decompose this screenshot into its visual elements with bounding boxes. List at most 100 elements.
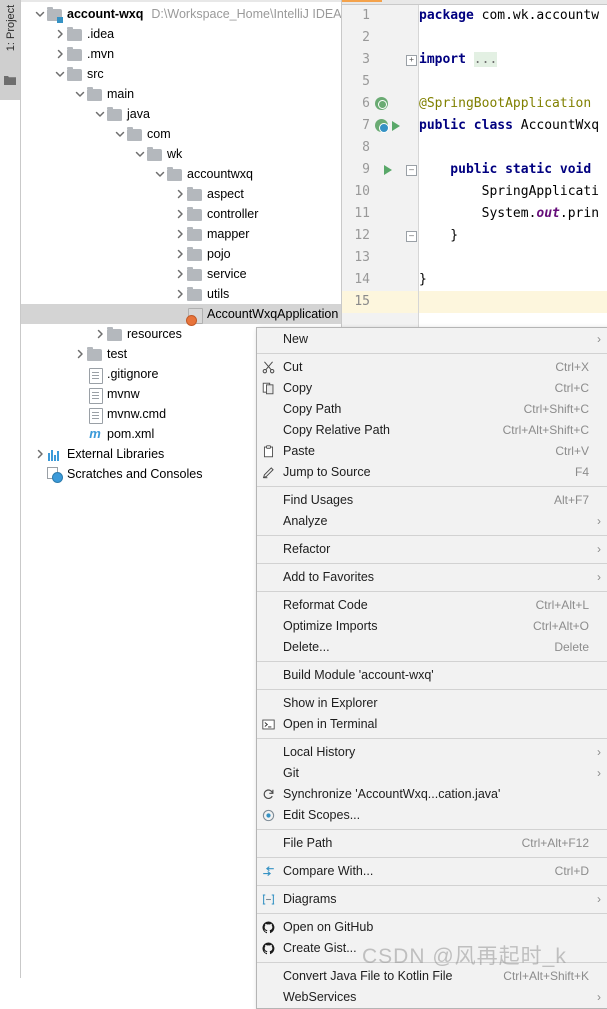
gutter-row[interactable]: 13 [342,247,418,269]
fold-collapse-icon[interactable]: – [406,231,417,242]
gutter-row[interactable]: 2 [342,27,418,49]
code-line[interactable] [419,291,607,313]
menu-item-cut[interactable]: CutCtrl+X› [257,357,607,378]
code-line[interactable]: import ... [419,49,607,71]
file-context-menu[interactable]: New › Cut Ctrl+X › Copy Ctrl+C › Copy Path Ctrl+S… [256,327,607,1009]
fold-expand-icon[interactable]: + [406,55,417,66]
chevron-down-icon[interactable] [73,87,87,101]
chevron-right-icon[interactable] [173,187,187,201]
tree-row[interactable]: AccountWxqApplication [21,304,341,326]
run-gutter-icon[interactable] [384,165,392,175]
menu-item-delete[interactable]: Delete...Delete› [257,637,607,658]
menu-item-copy-path[interactable]: Copy PathCtrl+Shift+C› [257,399,607,420]
chevron-down-icon[interactable] [33,7,47,21]
tree-row[interactable]: .mvn [21,44,341,64]
code-line[interactable] [419,71,607,93]
spring-bean-icon[interactable] [375,97,388,110]
menu-item-optimize-imports[interactable]: Optimize ImportsCtrl+Alt+O› [257,616,607,637]
gutter-row[interactable]: 10 [342,181,418,203]
chevron-right-icon[interactable] [73,347,87,361]
menu-item-convert-java-file-to-kotlin-file[interactable]: Convert Java File to Kotlin File Ctrl+Alt… [257,966,607,987]
chevron-right-icon[interactable] [53,27,67,41]
chevron-right-icon[interactable] [33,447,47,461]
tree-row[interactable]: aspect [21,184,341,204]
menu-item-edit-scopes[interactable]: Edit Scopes...› [257,805,607,826]
chevron-right-icon[interactable] [173,207,187,221]
menu-item-build-module-account-wxq[interactable]: Build Module 'account-wxq'› [257,665,607,686]
tree-row[interactable]: service [21,264,341,284]
menu-item-analyze[interactable]: Analyze › [257,511,607,532]
menu-item-open-in-terminal[interactable]: Open in Terminal› [257,714,607,735]
gutter-row[interactable]: 12 – [342,225,418,247]
chevron-right-icon[interactable] [173,227,187,241]
chevron-down-icon[interactable] [113,127,127,141]
chevron-right-icon[interactable] [53,47,67,61]
gutter-row[interactable]: 15 [342,291,418,313]
menu-item-reformat-code[interactable]: Reformat CodeCtrl+Alt+L› [257,595,607,616]
code-line[interactable] [419,137,607,159]
menu-item-add-to-favorites[interactable]: Add to Favorites › [257,567,607,588]
run-gutter-icon[interactable] [392,121,400,131]
tree-row[interactable]: java [21,104,341,124]
code-line[interactable] [419,27,607,49]
gutter-row[interactable]: 14 [342,269,418,291]
tree-row[interactable]: .idea [21,24,341,44]
tree-row[interactable]: controller [21,204,341,224]
code-line[interactable]: System.out.prin [419,203,607,225]
menu-item-new[interactable]: New › [257,329,607,350]
code-line[interactable] [419,247,607,269]
gutter-row[interactable]: 3 + [342,49,418,71]
menu-item-find-usages[interactable]: Find UsagesAlt+F7› [257,490,607,511]
spring-config-icon[interactable] [375,119,389,133]
code-line[interactable]: @SpringBootApplication [419,93,607,115]
menu-item-copy[interactable]: CopyCtrl+C› [257,378,607,399]
gutter-row[interactable]: 7 [342,115,418,137]
menu-item-jump-to-source[interactable]: Jump to SourceF4› [257,462,607,483]
menu-item-compare-with[interactable]: Compare With...Ctrl+D› [257,861,607,882]
code-line[interactable]: public class AccountWxq [419,115,607,137]
fold-collapse-icon[interactable]: – [406,165,417,176]
code-line[interactable]: } [419,269,607,291]
menu-item-file-path[interactable]: File PathCtrl+Alt+F12› [257,833,607,854]
chevron-right-icon[interactable] [173,267,187,281]
gutter-row[interactable]: 1 [342,5,418,27]
chevron-down-icon[interactable] [93,107,107,121]
code-line[interactable]: package com.wk.accountw [419,5,607,27]
chevron-right-icon[interactable] [93,327,107,341]
code-line[interactable]: SpringApplicati [419,181,607,203]
chevron-down-icon[interactable] [53,67,67,81]
gutter-row[interactable]: 6 [342,93,418,115]
menu-item-synchronize-accountwxq-cation-java[interactable]: Synchronize 'AccountWxq...cation.java'› [257,784,607,805]
menu-item-open-on-github[interactable]: Open on GitHub› [257,917,607,938]
menu-item-paste[interactable]: PasteCtrl+V› [257,441,607,462]
chevron-right-icon[interactable] [173,247,187,261]
tree-row[interactable]: wk [21,144,341,164]
tree-row[interactable]: mapper [21,224,341,244]
gutter-row[interactable]: 9– [342,159,418,181]
chevron-right-icon[interactable] [173,287,187,301]
gutter-row[interactable]: 5 [342,71,418,93]
menu-item-git[interactable]: Git › [257,763,607,784]
tree-row[interactable]: com [21,124,341,144]
menu-item-show-in-explorer[interactable]: Show in Explorer› [257,693,607,714]
tree-row[interactable]: utils [21,284,341,304]
chevron-down-icon[interactable] [133,147,147,161]
menu-item-webservices[interactable]: WebServices › [257,987,607,1008]
chevron-down-icon[interactable] [153,167,167,181]
tree-row[interactable]: pojo [21,244,341,264]
tree-row[interactable]: main [21,84,341,104]
tree-row[interactable]: account-wxq D:\Workspace_Home\IntelliJ ID… [21,4,341,24]
code-line[interactable]: public static void [419,159,607,181]
tree-row[interactable]: accountwxq [21,164,341,184]
gutter-row[interactable]: 8 [342,137,418,159]
menu-item-copy-relative-path[interactable]: Copy Relative PathCtrl+Alt+Shift+C› [257,420,607,441]
menu-item-local-history[interactable]: Local History › [257,742,607,763]
menu-item-refactor[interactable]: Refactor › [257,539,607,560]
structure-tool-window-icon[interactable] [4,74,16,85]
gutter-row[interactable]: 11 [342,203,418,225]
project-tool-window-label[interactable]: 1: Project [5,0,17,60]
tree-row[interactable]: src [21,64,341,84]
code-line[interactable]: } [419,225,607,247]
menu-item-create-gist[interactable]: Create Gist...› [257,938,607,959]
menu-item-diagrams[interactable]: Diagrams › [257,889,607,910]
